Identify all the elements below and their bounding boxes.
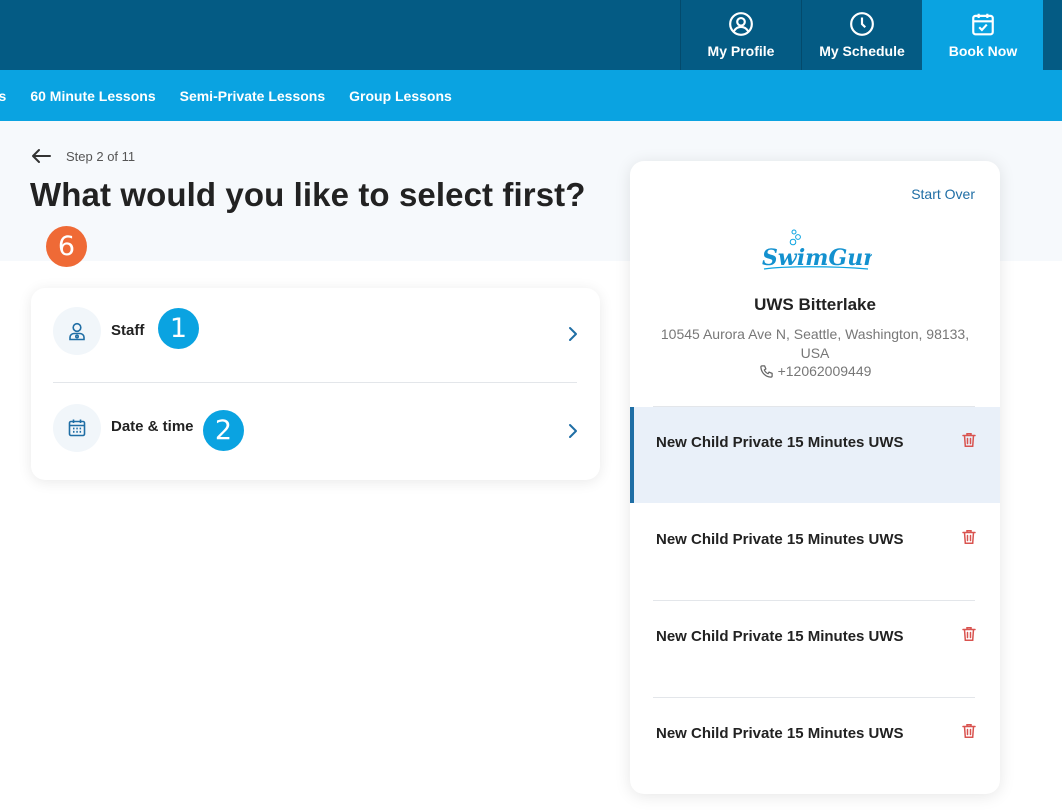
selection-card: Staff Date & time xyxy=(31,288,600,480)
option-staff-label: Staff xyxy=(111,322,145,339)
location-address: 10545 Aurora Ave N, Seattle, Washington,… xyxy=(660,326,970,361)
start-over-link[interactable]: Start Over xyxy=(911,186,975,202)
trash-icon[interactable] xyxy=(962,432,976,448)
subnav-item-semi-private-lessons[interactable]: Semi-Private Lessons xyxy=(180,88,326,104)
user-circle-icon xyxy=(729,12,753,36)
trash-icon[interactable] xyxy=(962,626,976,642)
cart-item-title: New Child Private 15 Minutes UWS xyxy=(656,725,904,742)
cart-item[interactable]: New Child Private 15 Minutes UWS xyxy=(630,698,1000,794)
option-date-time[interactable]: Date & time xyxy=(31,384,600,478)
location-phone: +12062009449 xyxy=(630,363,1000,379)
phone-number: +12062009449 xyxy=(777,363,872,379)
phone-icon xyxy=(759,364,773,378)
subnav-item-60-minute-lessons[interactable]: 60 Minute Lessons xyxy=(30,88,155,104)
calendar-check-icon xyxy=(972,13,994,36)
cart-item[interactable]: New Child Private 15 Minutes UWS xyxy=(630,601,1000,697)
subnav-item-lessons-partial[interactable]: ns xyxy=(0,88,6,104)
location-name: UWS Bitterlake xyxy=(754,295,876,314)
nav-my-profile-label: My Profile xyxy=(707,43,775,59)
cart-item[interactable]: New Child Private 15 Minutes UWS xyxy=(630,407,1000,503)
trash-icon[interactable] xyxy=(962,529,976,545)
clock-icon xyxy=(850,12,874,36)
swimguru-logo: SwimGuru xyxy=(762,229,872,271)
option-staff[interactable]: Staff xyxy=(31,288,600,382)
page-title: What would you like to select first? xyxy=(30,176,586,213)
calendar-icon-wrap xyxy=(53,404,101,452)
nav-my-profile[interactable]: My Profile xyxy=(680,0,801,70)
lesson-type-nav: ns 60 Minute Lessons Semi-Private Lesson… xyxy=(0,70,1062,121)
annotation-badge-6: 6 xyxy=(46,226,87,267)
calendar-icon xyxy=(68,419,86,437)
staff-icon-wrap xyxy=(53,307,101,355)
top-nav: My Profile My Schedule Book Now xyxy=(680,0,1043,70)
cart-item-title: New Child Private 15 Minutes UWS xyxy=(656,628,904,645)
cart-item[interactable]: New Child Private 15 Minutes UWS xyxy=(630,504,1000,600)
subnav-item-group-lessons[interactable]: Group Lessons xyxy=(349,88,452,104)
nav-book-now[interactable]: Book Now xyxy=(922,0,1043,70)
nav-my-schedule[interactable]: My Schedule xyxy=(801,0,922,70)
step-row: Step 2 of 11 xyxy=(30,147,135,165)
cart-item-title: New Child Private 15 Minutes UWS xyxy=(656,531,904,548)
chevron-right-icon xyxy=(569,327,577,341)
trash-icon[interactable] xyxy=(962,723,976,739)
staff-icon xyxy=(69,322,85,341)
nav-my-schedule-label: My Schedule xyxy=(819,43,905,59)
annotation-badge-2: 2 xyxy=(203,410,244,451)
booking-summary-panel: Start Over SwimGuru UWS Bitterlake 10545… xyxy=(630,161,1000,794)
option-divider xyxy=(53,382,577,383)
back-arrow-icon[interactable] xyxy=(30,147,52,165)
annotation-badge-1: 1 xyxy=(158,308,199,349)
cart-item-title: New Child Private 15 Minutes UWS xyxy=(656,434,904,451)
option-date-time-label: Date & time xyxy=(111,418,194,435)
top-bar: My Profile My Schedule Book Now xyxy=(0,0,1062,70)
step-indicator: Step 2 of 11 xyxy=(66,148,136,164)
chevron-right-icon xyxy=(569,424,577,438)
nav-book-now-label: Book Now xyxy=(948,43,1018,59)
